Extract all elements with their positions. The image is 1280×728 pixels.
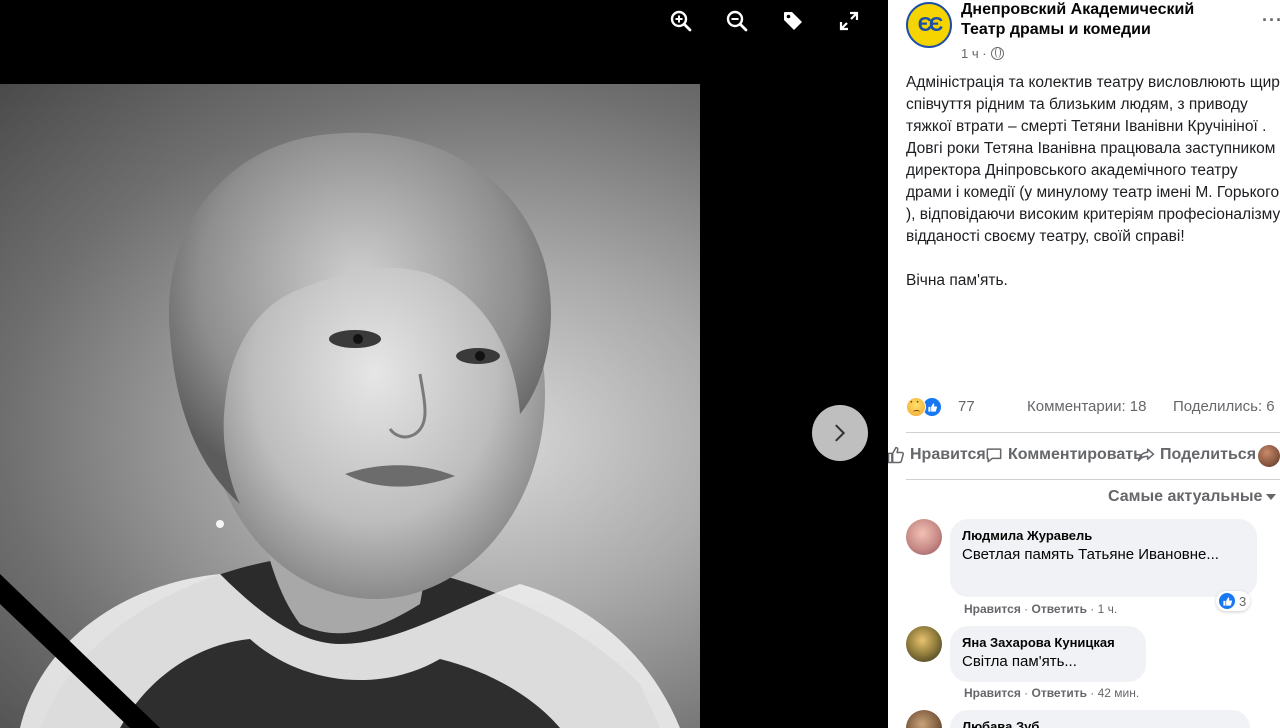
comment-reply-link[interactable]: Ответить [1032, 602, 1087, 616]
comment-like-link[interactable]: Нравится [964, 686, 1021, 700]
divider [906, 479, 1280, 480]
like-reaction-icon [1218, 592, 1236, 610]
post-text: Адміністрація та колектив театру висловл… [906, 74, 1280, 289]
share-label: Поделиться [1160, 446, 1257, 463]
comment-reaction-count: 3 [1239, 593, 1247, 609]
post-time: 1 ч · [961, 46, 1004, 61]
commenter-avatar[interactable] [906, 626, 942, 662]
reaction-icons[interactable] [906, 397, 942, 417]
shares-count[interactable]: Поделились: 6 [1173, 398, 1275, 415]
post-photo[interactable] [0, 84, 700, 728]
chevron-right-icon [835, 424, 846, 442]
viewer-toolbar [664, 4, 866, 38]
commenter-avatar[interactable] [906, 519, 942, 555]
fullscreen-icon[interactable] [832, 4, 866, 38]
like-label: Нравится [910, 446, 986, 463]
zoom-in-icon[interactable] [664, 4, 698, 38]
comment-bubble: Людмила Журавель Светлая память Татьяне … [950, 519, 1257, 597]
comment-like-link[interactable]: Нравится [964, 602, 1021, 616]
photo-viewer [0, 0, 888, 728]
tag-icon[interactable] [776, 4, 810, 38]
share-icon [1137, 448, 1155, 462]
comment-meta: Нравится · Ответить · 42 мин. [964, 686, 1140, 700]
post-header: ЄЄ Днепровский Академический Театр драмы… [906, 0, 1280, 62]
comment-time[interactable]: 1 ч. [1098, 602, 1118, 616]
sort-label: Самые актуальные [1108, 488, 1263, 505]
comments-count[interactable]: Комментарии: 18 [1027, 398, 1147, 415]
share-button[interactable]: Поделиться [1136, 445, 1256, 465]
post-stats: 77 Комментарии: 18 Поделились: 6 [906, 397, 1280, 419]
thumbs-up-icon [888, 446, 904, 464]
caret-down-icon [1266, 493, 1277, 500]
page-avatar[interactable]: ЄЄ [906, 2, 952, 48]
comment-text: Светлая память Татьяне Ивановне... [962, 546, 1219, 563]
comment-bubble: Яна Захарова Куницкая Світла пам'ять... [950, 626, 1146, 682]
comment-author[interactable]: Яна Захарова Куницкая [962, 634, 1134, 651]
more-options-button[interactable]: ··· [1262, 10, 1280, 31]
zoom-out-icon[interactable] [720, 4, 754, 38]
comment-author[interactable]: Людмила Журавель [962, 527, 1245, 544]
commenter-avatar[interactable] [906, 710, 942, 728]
portrait-image [0, 132, 680, 728]
account-avatar[interactable] [1258, 445, 1280, 467]
comment-icon [986, 448, 1002, 463]
comment-time[interactable]: 42 мин. [1098, 686, 1140, 700]
comment-bubble: Любава Зуб [950, 710, 1250, 728]
comment-text: Світла пам'ять... [962, 653, 1077, 670]
sad-reaction-icon [906, 397, 926, 417]
like-button[interactable]: Нравится [888, 445, 986, 465]
comment-reply-link[interactable]: Ответить [1032, 686, 1087, 700]
reactions-count[interactable]: 77 [958, 398, 975, 415]
comment-meta: Нравится · Ответить · 1 ч. [964, 602, 1118, 616]
post-panel: ЄЄ Днепровский Академический Театр драмы… [888, 0, 1280, 728]
globe-icon [990, 47, 1004, 60]
divider [906, 432, 1280, 433]
comment-button[interactable]: Комментировать [984, 445, 1143, 465]
post-actions: Нравится Комментировать Поделиться [888, 441, 1280, 471]
post-time-label[interactable]: 1 ч · [961, 46, 987, 61]
comment-sort-dropdown[interactable]: Самые актуальные [1108, 488, 1277, 506]
comment-reactions[interactable]: 3 [1216, 591, 1251, 611]
page-name[interactable]: Днепровский Академический Театр драмы и … [961, 0, 1241, 40]
next-photo-button[interactable] [812, 405, 868, 461]
comment-label: Комментировать [1008, 446, 1143, 463]
comment-author[interactable]: Любава Зуб [962, 718, 1238, 728]
